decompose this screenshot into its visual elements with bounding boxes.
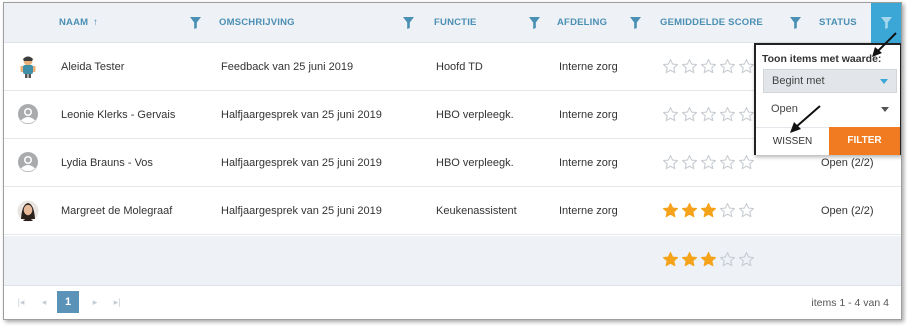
current-page-button[interactable]: 1 [57,291,79,313]
star-icon [719,202,736,220]
pager-info: items 1 - 4 van 4 [811,297,889,309]
star-icon [662,154,679,172]
cell-afdeling: Interne zorg [559,109,618,121]
next-page-icon[interactable]: ▸ [88,295,102,309]
column-header-naam[interactable]: Naam ↑ [59,3,98,43]
star-icon [681,58,698,76]
default-avatar-icon [17,151,39,175]
cell-afdeling: Interne zorg [559,157,618,169]
cell-functie: Keukenassistent [436,205,517,217]
cell-naam: Aleida Tester [61,61,125,73]
cell-functie: Hoofd TD [436,61,483,73]
aggregate-row [4,236,901,286]
star-icon [681,154,698,172]
column-header-status[interactable]: Status [819,3,857,43]
column-afdeling-label: Afdeling [557,17,608,28]
star-icon [719,106,736,124]
column-header-omschrijving[interactable]: Omschrijving [219,3,295,43]
cell-afdeling: Interne zorg [559,61,618,73]
column-header-afdeling[interactable]: Afdeling [557,3,607,43]
grid-window: Naam ↑ Omschrijving Functie Afdeling Gem… [3,2,902,320]
star-icon [719,154,736,172]
filter-icon-score[interactable] [790,17,801,29]
column-header-gemiddelde-score[interactable]: Gemiddelde score [660,3,763,43]
cell-omschrijving: Halfjaargesprek van 25 juni 2019 [221,205,382,217]
column-functie-label: Functie [434,17,477,28]
cell-functie: HBO verpleegk. [436,157,514,169]
default-avatar-icon [17,103,39,127]
filter-operator-select[interactable]: Begint met [763,69,897,93]
pager: |◂ ◂ 1 ▸ ▸| items 1 - 4 van 4 [4,286,901,319]
star-icon [700,58,717,76]
apply-filter-button[interactable]: FILTER [829,127,900,155]
last-page-icon[interactable]: ▸| [110,295,124,309]
star-icon [700,106,717,124]
star-icon [662,106,679,124]
cell-status: Open (2/2) [821,205,874,217]
score-stars [662,154,755,172]
star-icon [719,58,736,76]
star-icon [738,58,755,76]
column-status-label: Status [819,17,857,28]
cell-omschrijving: Halfjaargesprek van 25 juni 2019 [221,157,382,169]
annotation-arrow-icon [790,105,821,133]
star-icon [700,154,717,172]
star-icon [662,202,679,220]
cell-omschrijving: Halfjaargesprek van 25 juni 2019 [221,109,382,121]
star-icon [738,106,755,124]
filter-icon-naam[interactable] [190,17,201,29]
filter-icon-omschrijving[interactable] [403,17,414,29]
average-score-stars [662,251,755,269]
star-icon [662,58,679,76]
filter-operator-value: Begint met [772,75,825,87]
star-icon [700,251,717,269]
star-icon [662,251,679,269]
star-icon [738,154,755,172]
star-icon [681,106,698,124]
score-stars [662,58,755,76]
column-omschrijving-label: Omschrijving [219,17,295,28]
star-icon [738,202,755,220]
star-icon [681,202,698,220]
first-page-icon[interactable]: |◂ [14,295,28,309]
photo-avatar-icon [17,199,39,223]
prev-page-icon[interactable]: ◂ [37,295,51,309]
cell-omschrijving: Feedback van 25 juni 2019 [221,61,354,73]
column-naam-label: Naam [59,17,89,28]
filter-icon-afdeling[interactable] [630,17,641,29]
sort-ascending-icon: ↑ [93,17,99,28]
score-stars [662,202,755,220]
annotation-arrow-icon [872,32,897,57]
grid-header: Naam ↑ Omschrijving Functie Afdeling Gem… [4,3,901,43]
cell-afdeling: Interne zorg [559,205,618,217]
filter-popup-title: Toon items met waarde: [762,53,882,65]
character-avatar-icon [17,55,39,79]
cell-naam: Leonie Klerks - Gervais [61,109,176,121]
chevron-down-icon [881,107,889,112]
cell-naam: Margreet de Molegraaf [61,205,173,217]
star-icon [738,251,755,269]
column-score-label: Gemiddelde score [660,17,763,28]
cell-naam: Lydia Brauns - Vos [61,157,153,169]
column-header-functie[interactable]: Functie [434,3,477,43]
star-icon [681,251,698,269]
table-row[interactable]: Margreet de Molegraaf Halfjaargesprek van… [4,187,901,235]
filter-icon-functie[interactable] [529,17,540,29]
score-stars [662,106,755,124]
cell-functie: HBO verpleegk. [436,109,514,121]
chevron-down-icon [880,79,888,84]
star-icon [719,251,736,269]
star-icon [700,202,717,220]
